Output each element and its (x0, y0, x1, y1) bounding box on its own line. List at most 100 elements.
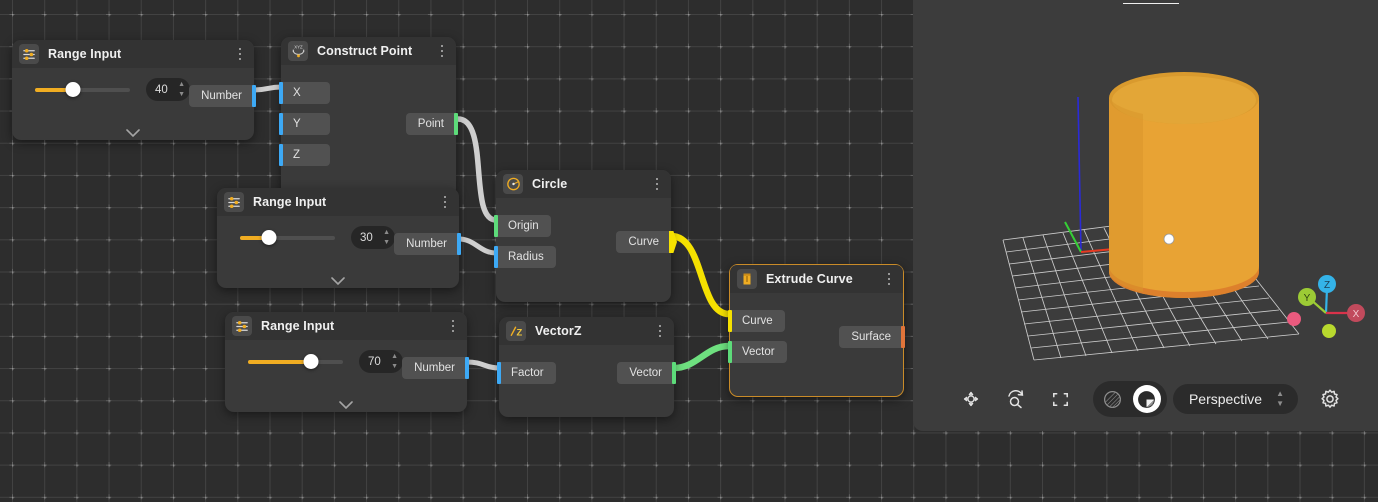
output-port-number[interactable]: Number (402, 357, 469, 379)
chevron-down-icon[interactable] (12, 129, 254, 138)
port-plug (279, 113, 283, 135)
output-port-number[interactable]: Number (394, 233, 461, 255)
shaded-shading-button[interactable] (1132, 385, 1161, 413)
stepper-up-icon[interactable]: ▲ (178, 81, 185, 88)
chevron-updown-icon[interactable]: ▲ ▼ (1276, 390, 1284, 408)
output-port-label: Number (414, 362, 455, 374)
output-port-vector[interactable]: Vector (617, 362, 676, 384)
slider-fill (248, 359, 311, 364)
node-menu-button[interactable] (445, 317, 461, 335)
input-port-label: Radius (508, 251, 544, 263)
cylinder-object[interactable] (1109, 72, 1259, 298)
node-title: VectorZ (535, 324, 582, 338)
stepper-down-icon[interactable]: ▼ (391, 363, 398, 370)
range-slider[interactable] (240, 229, 335, 247)
number-stepper[interactable]: ▲ ▼ (383, 229, 390, 246)
port-plug (728, 341, 732, 363)
chevron-up-icon: ▲ (1276, 389, 1285, 398)
input-port-z[interactable]: Z (279, 144, 330, 166)
point-marker[interactable] (1163, 233, 1175, 245)
node-header[interactable]: Range Input (225, 312, 467, 340)
projection-dropdown[interactable]: Perspective ▲ ▼ (1172, 384, 1299, 414)
port-row: Radius (494, 246, 671, 268)
node-menu-button[interactable] (434, 42, 450, 60)
port-row: Curve Surface (728, 310, 905, 348)
node-header[interactable]: Extrude Curve (730, 265, 903, 293)
port-plug (672, 362, 676, 384)
input-port-label: X (293, 87, 301, 99)
node-header[interactable]: Z VectorZ (499, 317, 674, 345)
gizmo-label-z: Z (1324, 280, 1330, 291)
axis-gizmo[interactable]: Z Y X (1286, 261, 1366, 341)
node-header[interactable]: Range Input (217, 188, 459, 216)
number-value: 70 (368, 355, 381, 368)
stepper-up-icon[interactable]: ▲ (383, 229, 390, 236)
port-row: Y Point (279, 113, 458, 135)
node-range-input-2[interactable]: Range Input 30 ▲ ▼ Number (217, 188, 461, 288)
gizmo-axis-neg-y[interactable] (1322, 324, 1336, 338)
node-menu-button[interactable] (652, 322, 668, 340)
node-title: Range Input (48, 47, 122, 61)
input-port-origin[interactable]: Origin (494, 215, 551, 237)
stepper-down-icon[interactable]: ▼ (383, 239, 390, 246)
input-port-x[interactable]: X (279, 82, 330, 104)
svg-text:XYZ: XYZ (294, 44, 303, 49)
node-construct-point[interactable]: XYZ Construct Point X Y Point Z (279, 37, 458, 198)
input-port-label: Z (293, 149, 301, 161)
orbit-tool-icon[interactable] (958, 386, 984, 412)
node-menu-button[interactable] (437, 193, 453, 211)
number-input[interactable]: 40 ▲ ▼ (146, 78, 190, 101)
input-port-factor[interactable]: Factor (497, 362, 556, 384)
node-range-input-3[interactable]: Range Input 70 ▲ ▼ Number (225, 312, 469, 412)
input-port-curve[interactable]: Curve (728, 310, 785, 332)
circle-icon (503, 174, 523, 194)
node-range-input-1[interactable]: Range Input 40 ▲ ▼ Number (12, 40, 256, 140)
input-port-y[interactable]: Y (279, 113, 330, 135)
node-body: Curve Surface Vector (728, 293, 905, 396)
gizmo-axis-neg-x[interactable] (1287, 312, 1301, 326)
input-port-label: Curve (742, 315, 773, 327)
node-menu-button[interactable] (232, 45, 248, 63)
node-menu-button[interactable] (649, 175, 665, 193)
frame-selection-tool-icon[interactable] (1048, 386, 1074, 412)
node-vectorz[interactable]: Z VectorZ Factor Vector (497, 317, 676, 417)
slider-knob[interactable] (65, 82, 81, 97)
stepper-up-icon[interactable]: ▲ (391, 353, 398, 360)
input-port-vector[interactable]: Vector (728, 341, 787, 363)
wireframe-shading-button[interactable] (1099, 385, 1127, 413)
sliders-icon (19, 44, 39, 64)
node-menu-button[interactable] (881, 270, 897, 288)
range-slider[interactable] (35, 81, 130, 99)
number-stepper[interactable]: ▲ ▼ (178, 81, 185, 98)
node-circle[interactable]: Circle Origin Curve Radius (494, 170, 677, 302)
slider-knob[interactable] (303, 354, 319, 369)
node-title: Construct Point (317, 44, 413, 58)
node-extrude-curve[interactable]: Extrude Curve Curve Surface Vector (728, 264, 905, 397)
stepper-down-icon[interactable]: ▼ (178, 91, 185, 98)
axis-y-line (1064, 221, 1082, 253)
input-port-label: Factor (511, 367, 544, 379)
number-input[interactable]: 70 ▲ ▼ (359, 350, 403, 373)
number-stepper[interactable]: ▲ ▼ (391, 353, 398, 370)
chevron-down-icon: ▼ (1276, 399, 1285, 408)
output-port-point[interactable]: Point (405, 113, 458, 135)
chevron-down-icon[interactable] (217, 277, 459, 286)
node-header[interactable]: XYZ Construct Point (281, 37, 456, 65)
viewport-panel[interactable]: Z Y X Perspective ▲ ▼ (913, 0, 1378, 431)
slider-knob[interactable] (261, 230, 276, 245)
range-slider[interactable] (248, 353, 343, 371)
viewport-settings-gear-icon[interactable] (1317, 386, 1343, 412)
node-title: Circle (532, 177, 568, 191)
rotate-view-tool-icon[interactable] (1003, 386, 1029, 412)
node-body: 30 ▲ ▼ Number (217, 216, 461, 288)
viewport-scene[interactable] (913, 0, 1378, 431)
number-input[interactable]: 30 ▲ ▼ (351, 226, 395, 249)
port-row: Z (279, 144, 456, 166)
input-port-radius[interactable]: Radius (494, 246, 556, 268)
node-header[interactable]: Range Input (12, 40, 254, 68)
port-row: Origin Curve (494, 215, 677, 253)
output-port-number[interactable]: Number (189, 85, 256, 107)
chevron-down-icon[interactable] (225, 401, 467, 410)
node-header[interactable]: Circle (496, 170, 671, 198)
shading-toggle-group (1092, 381, 1167, 417)
